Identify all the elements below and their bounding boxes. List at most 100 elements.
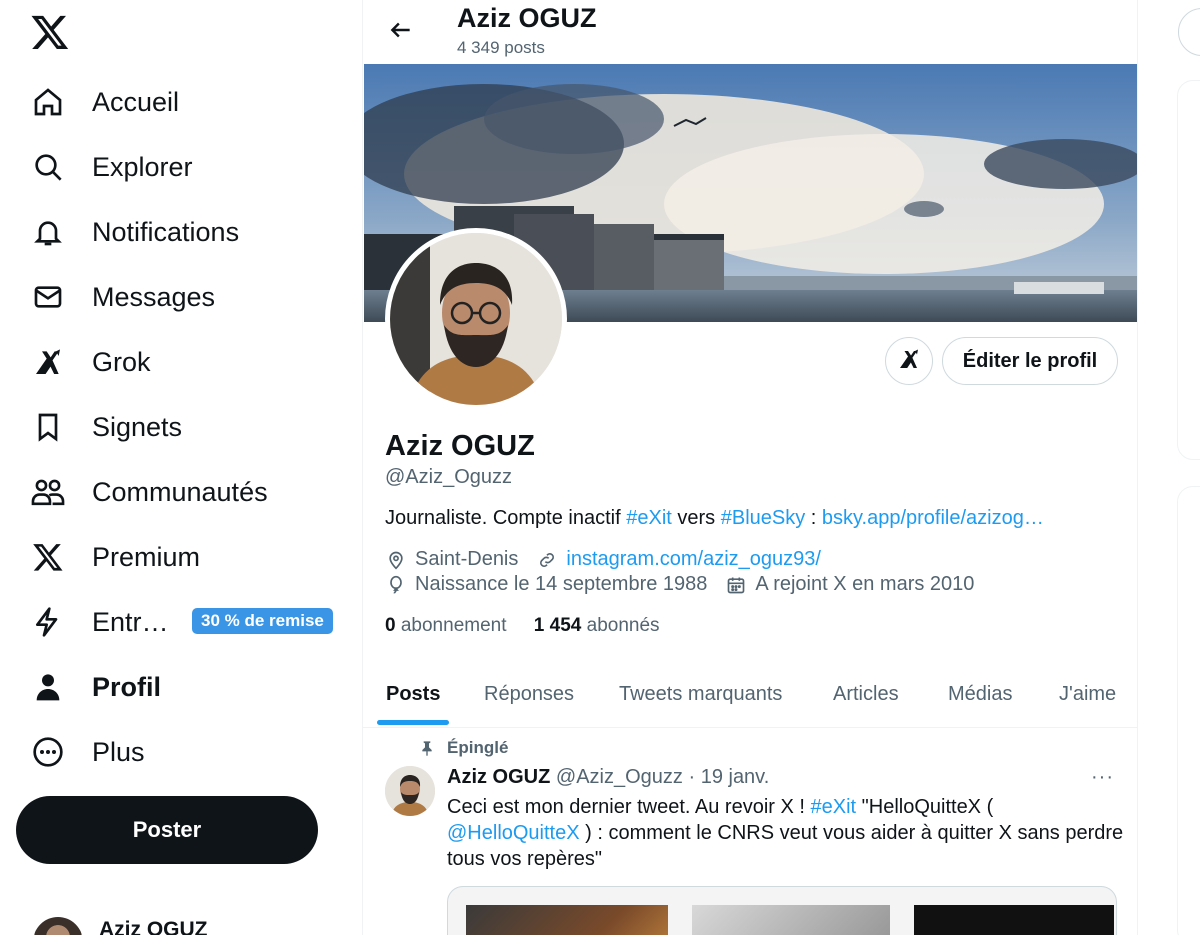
- mention-link[interactable]: @HelloQuitteX: [447, 822, 580, 844]
- tab-replies[interactable]: Réponses: [484, 662, 574, 726]
- calendar-icon: [725, 574, 747, 596]
- x-premium-icon: [26, 535, 70, 579]
- nav-item-profile[interactable]: Profil: [26, 659, 346, 715]
- nav-label: Signets: [92, 411, 183, 442]
- grok-icon: [897, 347, 921, 376]
- hashtag-link[interactable]: #eXit: [811, 796, 857, 818]
- person-icon: [26, 665, 70, 709]
- nav-label: Explorer: [92, 151, 193, 182]
- account-avatar[interactable]: [33, 917, 83, 935]
- search-icon: [26, 145, 70, 189]
- profile-location: Saint-Denis: [415, 548, 519, 570]
- more-circle-icon: [26, 730, 70, 774]
- nav-item-messages[interactable]: Messages: [26, 269, 346, 325]
- header-name: Aziz OGUZ: [457, 3, 597, 33]
- nav-label: Communautés: [92, 476, 268, 507]
- edit-profile-button[interactable]: Éditer le profil: [942, 337, 1118, 385]
- grok-profile-button[interactable]: [885, 337, 933, 385]
- sidebar-card: [1177, 80, 1200, 460]
- tab-posts[interactable]: Posts: [386, 662, 440, 726]
- nav-label: Accueil: [92, 86, 180, 117]
- following-link[interactable]: 0 abonnement: [385, 615, 507, 636]
- right-sidebar: [1138, 0, 1200, 935]
- tab-articles[interactable]: Articles: [833, 662, 899, 726]
- profile-meta-row-1: Saint-Denis instagram.com/aziz_oguz93/: [385, 548, 821, 571]
- profile-website-link[interactable]: instagram.com/aziz_oguz93/: [566, 548, 821, 571]
- nav-item-notifications[interactable]: Notifications: [26, 204, 346, 260]
- account-name[interactable]: Aziz OGUZ: [99, 918, 208, 935]
- profile-tabs: Posts Réponses Tweets marquants Articles…: [363, 662, 1137, 728]
- tweet-author-name[interactable]: Aziz OGUZ: [447, 766, 550, 788]
- hashtag-link[interactable]: #eXit: [626, 507, 672, 529]
- bio-text: vers: [671, 507, 721, 529]
- hashtag-link[interactable]: #BlueSky: [721, 507, 806, 529]
- pinned-label: Épinglé: [447, 738, 509, 757]
- nav-item-grok[interactable]: Grok: [26, 334, 346, 390]
- media-thumbnail: [692, 905, 890, 935]
- nav-item-bookmarks[interactable]: Signets: [26, 399, 346, 455]
- grok-icon: [26, 340, 70, 384]
- follow-stats: 0 abonnement 1 454 abonnés: [385, 615, 660, 637]
- bell-icon: [26, 210, 70, 254]
- link-icon: [536, 549, 558, 571]
- bio-text: :: [805, 507, 822, 529]
- active-tab-indicator: [377, 720, 449, 725]
- profile-bio: Journaliste. Compte inactif #eXit vers #…: [385, 507, 1044, 530]
- tab-media[interactable]: Médias: [948, 662, 1012, 726]
- tweet-more-icon[interactable]: ···: [1091, 766, 1114, 789]
- profile-joined: A rejoint X en mars 2010: [755, 573, 975, 595]
- followers-label: abonnés: [586, 615, 660, 636]
- bio-text: Journaliste. Compte inactif: [385, 507, 627, 529]
- tab-likes[interactable]: J'aime: [1059, 662, 1116, 726]
- search-box[interactable]: [1178, 8, 1200, 56]
- nav-item-home[interactable]: Accueil: [26, 74, 346, 130]
- profile-column: Aziz OGUZ 4 349 posts Éditer le profil A…: [362, 0, 1138, 935]
- bio-url-link[interactable]: bsky.app/profile/azizog…: [822, 507, 1044, 529]
- nav-item-communities[interactable]: Communautés: [26, 464, 346, 520]
- lightning-icon: [26, 600, 70, 644]
- nav-label: Entr…: [92, 606, 169, 637]
- nav-label: Notifications: [92, 216, 240, 247]
- nav-label: Profil: [92, 671, 162, 702]
- profile-birthday: Naissance le 14 septembre 1988: [415, 573, 708, 595]
- nav-label: Messages: [92, 281, 216, 312]
- communities-icon: [26, 470, 70, 514]
- tweet-author-avatar[interactable]: [385, 766, 435, 816]
- pin-icon: [417, 738, 437, 758]
- tweet-text: Ceci est mon dernier tweet. Au revoir X …: [447, 794, 1127, 872]
- nav-item-business[interactable]: Entr… 30 % de remise: [26, 594, 346, 650]
- profile-meta-row-2: Naissance le 14 septembre 1988 A rejoint…: [385, 573, 974, 596]
- tab-highlights[interactable]: Tweets marquants: [619, 662, 782, 726]
- tweet-header: Aziz OGUZ @Aziz_Oguzz · 19 janv.: [447, 766, 769, 789]
- left-navigation: Accueil Explorer Notifications Messages …: [0, 0, 362, 935]
- x-logo-icon[interactable]: [30, 12, 70, 52]
- sidebar-card: [1177, 486, 1200, 935]
- header-post-count: 4 349 posts: [457, 38, 545, 57]
- media-thumbnail: [914, 905, 1114, 935]
- post-button[interactable]: Poster: [16, 796, 318, 864]
- nav-item-more[interactable]: Plus: [26, 724, 346, 780]
- bookmark-icon: [26, 405, 70, 449]
- profile-avatar[interactable]: [385, 228, 567, 410]
- following-label: abonnement: [400, 615, 507, 636]
- pinned-indicator: Épinglé: [417, 738, 508, 758]
- discount-badge: 30 % de remise: [192, 608, 333, 634]
- nav-item-premium[interactable]: Premium: [26, 529, 346, 585]
- nav-label: Grok: [92, 346, 151, 377]
- balloon-icon: [385, 574, 407, 596]
- tweet-text-part: "HelloQuitteX (: [856, 796, 994, 818]
- media-thumbnail: [466, 905, 668, 935]
- home-icon: [26, 80, 70, 124]
- back-arrow-icon[interactable]: [385, 14, 417, 46]
- tweet-media-card[interactable]: [447, 886, 1117, 935]
- nav-item-explore[interactable]: Explorer: [26, 139, 346, 195]
- location-pin-icon: [385, 549, 407, 571]
- profile-name: Aziz OGUZ: [385, 430, 535, 462]
- followers-count: 1 454: [533, 615, 582, 636]
- following-count: 0: [385, 615, 396, 636]
- tweet-handle-date[interactable]: @Aziz_Oguzz · 19 janv.: [556, 766, 769, 788]
- mail-icon: [26, 275, 70, 319]
- followers-link[interactable]: 1 454 abonnés: [534, 615, 660, 636]
- tweet-text-part: Ceci est mon dernier tweet. Au revoir X …: [447, 796, 811, 818]
- nav-label: Plus: [92, 736, 145, 767]
